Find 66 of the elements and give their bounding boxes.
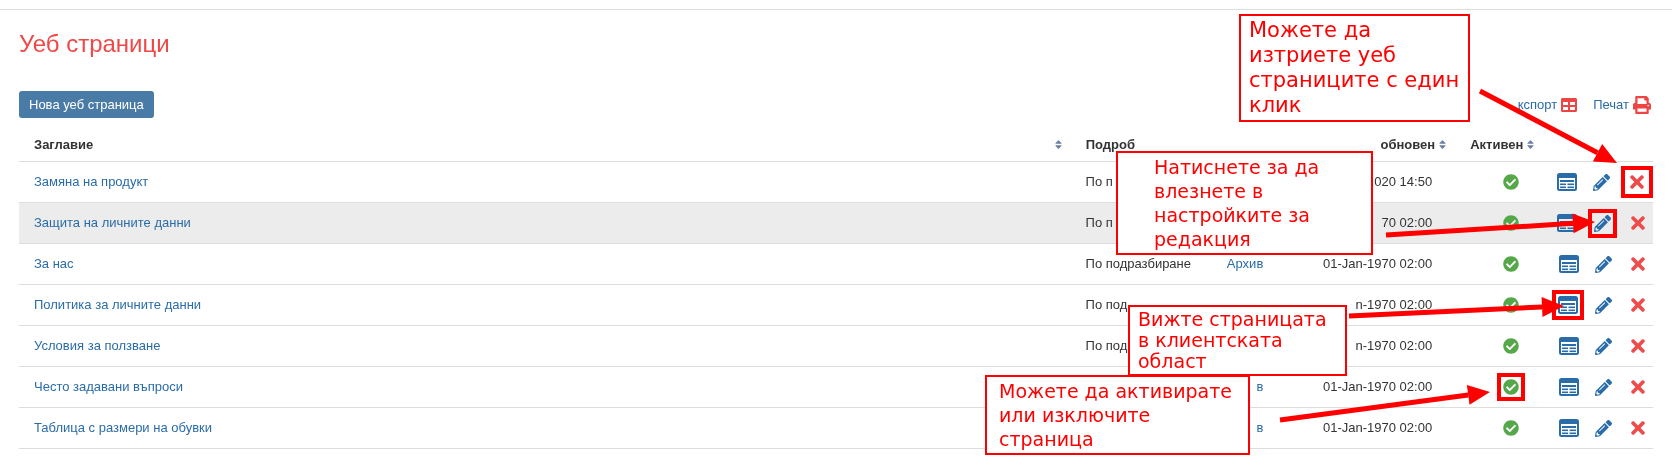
close-icon[interactable] <box>1628 377 1648 397</box>
browser-window-icon[interactable] <box>1559 419 1579 437</box>
browser-window-icon[interactable] <box>1557 173 1577 191</box>
browser-window-icon[interactable] <box>1558 296 1578 314</box>
browser-window-icon[interactable] <box>1559 378 1579 396</box>
column-header: обновен <box>1380 136 1436 154</box>
sort-icon[interactable] <box>1525 139 1537 151</box>
check-icon[interactable] <box>1502 379 1519 395</box>
check-icon[interactable] <box>1502 256 1519 272</box>
close-icon[interactable] <box>1628 418 1648 438</box>
page-link[interactable]: Замяна на продукт <box>34 174 149 190</box>
page-link[interactable]: Политика за личните данни <box>34 297 202 313</box>
pencil-icon[interactable] <box>1595 296 1612 314</box>
table-cell: По под <box>1085 338 1128 354</box>
page-link[interactable]: Условия за ползване <box>34 338 161 354</box>
pencil-icon[interactable] <box>1595 255 1612 273</box>
close-icon[interactable] <box>1628 213 1648 233</box>
page-link[interactable]: За нас <box>34 256 74 272</box>
check-icon[interactable] <box>1502 420 1519 436</box>
check-icon[interactable] <box>1502 215 1519 231</box>
table-cell-text: 01-Jan-1970 02:00 <box>1322 255 1433 274</box>
page-link[interactable]: Защита на личните данни <box>34 215 191 231</box>
table-cell: По п <box>1085 174 1113 190</box>
column-header: Активен <box>1470 136 1524 154</box>
callout-note: Вижте страницата в клиентската област <box>1128 305 1347 376</box>
pencil-icon[interactable] <box>1595 378 1612 396</box>
archive-link[interactable]: в <box>1256 418 1264 438</box>
new-page-button[interactable]: Нова уеб страница <box>19 91 154 118</box>
close-icon[interactable] <box>1628 336 1648 356</box>
printer-icon <box>1633 95 1651 114</box>
page-title: Уеб страници <box>19 29 170 59</box>
table-cell: По подразбиране <box>1085 256 1191 272</box>
archive-link[interactable]: в <box>1256 377 1264 397</box>
close-icon[interactable] <box>1627 172 1647 192</box>
pencil-icon[interactable] <box>1595 419 1612 437</box>
table-cell-text: n-1970 02:00 <box>1355 296 1433 315</box>
table-cell: По под <box>1085 297 1128 313</box>
export-link[interactable]: кспорт <box>1517 94 1578 115</box>
browser-window-icon[interactable] <box>1559 337 1579 355</box>
check-icon[interactable] <box>1502 338 1519 354</box>
callout-note: Можете да активирате или изключите страница <box>985 375 1250 455</box>
pencil-icon[interactable] <box>1593 173 1610 191</box>
table-cell: По п <box>1085 215 1113 231</box>
close-icon[interactable] <box>1628 254 1648 274</box>
table-icon <box>1561 96 1578 113</box>
column-header: Заглавие <box>34 136 94 154</box>
page-link[interactable]: Често задавани въпроси <box>34 379 183 395</box>
pencil-icon[interactable] <box>1595 337 1612 355</box>
table-cell-text: 020 14:50 <box>1374 173 1433 192</box>
archive-link[interactable]: Архив <box>1226 254 1264 274</box>
column-header: Подроб <box>1085 136 1135 154</box>
close-icon[interactable] <box>1628 295 1648 315</box>
table-cell-text: 01-Jan-1970 02:00 <box>1322 378 1433 397</box>
check-icon[interactable] <box>1502 174 1519 190</box>
table-cell-text: n-1970 02:00 <box>1355 337 1433 356</box>
sort-icon[interactable] <box>1052 139 1064 151</box>
table-cell-text: 01-Jan-1970 02:00 <box>1322 419 1433 438</box>
pencil-icon[interactable] <box>1594 214 1611 232</box>
sort-icon[interactable] <box>1437 139 1449 151</box>
browser-window-icon[interactable] <box>1559 255 1579 273</box>
check-icon[interactable] <box>1502 297 1519 313</box>
page-link[interactable]: Таблица с размери на обувки <box>34 420 212 436</box>
callout-note: Можете да изтриете уеб страниците с един клик <box>1239 14 1470 122</box>
table-cell-text: 70 02:00 <box>1381 214 1433 233</box>
callout-note: Натиснете за да влезнете в настройките за редакция <box>1116 151 1373 255</box>
print-link[interactable]: Печат <box>1593 94 1651 115</box>
